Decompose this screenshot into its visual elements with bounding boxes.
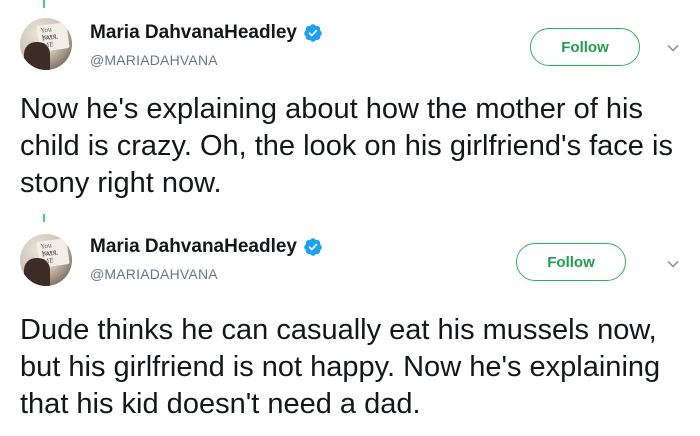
- author-handle[interactable]: @MARIADAHVANA: [90, 266, 218, 282]
- author-handle[interactable]: @MARIADAHVANA: [90, 52, 218, 68]
- author-name[interactable]: Maria DahvanaHeadley: [90, 236, 297, 258]
- tweet-text: Now he's explaining about how the mother…: [20, 93, 673, 199]
- tweet-text: Dude thinks he can casually eat his muss…: [20, 314, 661, 420]
- author-row: Maria DahvanaHeadley: [90, 22, 323, 44]
- thread-connector: [43, 214, 45, 222]
- verified-badge-icon: [304, 238, 322, 256]
- tweet-2: You have FALL ME Maria DahvanaHeadley @MAR…: [0, 214, 700, 436]
- chevron-down-icon[interactable]: [665, 40, 681, 56]
- follow-button[interactable]: Follow: [516, 243, 626, 281]
- avatar[interactable]: You have FALL ME: [20, 18, 72, 70]
- avatar[interactable]: You have FALL ME: [20, 234, 72, 286]
- author-name[interactable]: Maria DahvanaHeadley: [90, 22, 297, 44]
- verified-badge-icon: [304, 24, 322, 42]
- author-row: Maria DahvanaHeadley: [90, 236, 323, 258]
- chevron-down-icon[interactable]: [665, 256, 681, 272]
- thread-connector: [43, 0, 45, 8]
- tweet-1: You have FALL ME Maria DahvanaHeadley @MAR…: [0, 0, 700, 220]
- follow-button[interactable]: Follow: [530, 28, 640, 66]
